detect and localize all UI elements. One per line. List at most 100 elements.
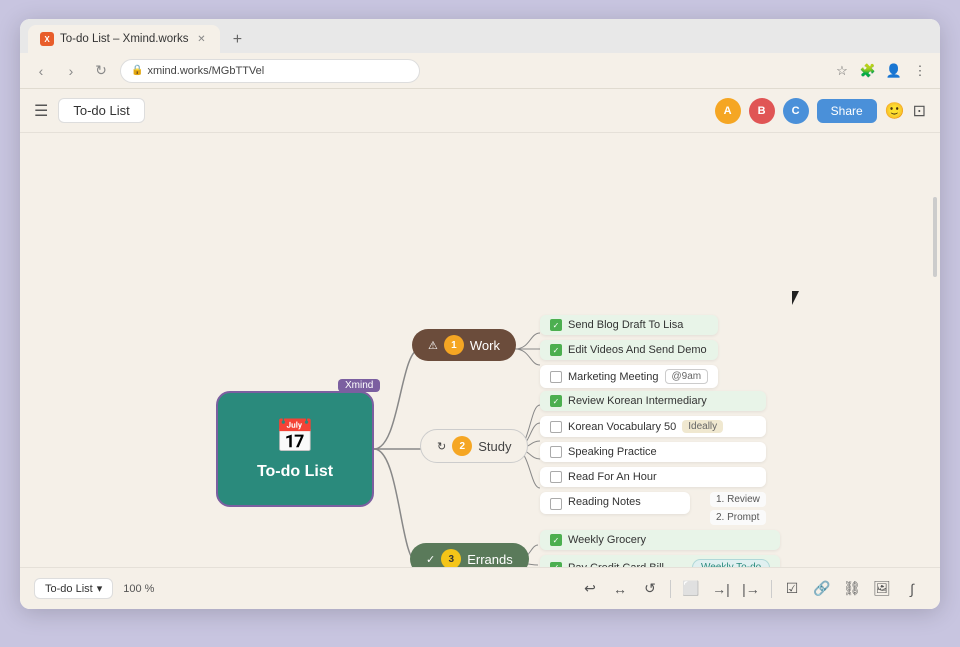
checkbox-unchecked[interactable] <box>550 371 562 383</box>
url-button[interactable]: ⛓ <box>838 575 866 603</box>
study-badge: 2 <box>452 436 472 456</box>
lock-icon: 🔒 <box>131 65 143 76</box>
task-item[interactable]: Reading Notes <box>540 492 690 514</box>
checkbox-checked[interactable]: ✓ <box>550 319 562 331</box>
work-badge: 1 <box>444 335 464 355</box>
task-item[interactable]: ✓ Send Blog Draft To Lisa <box>540 315 718 335</box>
reload-button[interactable]: ↻ <box>90 62 112 79</box>
task-item[interactable]: Marketing Meeting @9am <box>540 365 718 388</box>
topic-after-button[interactable]: |→ <box>737 575 765 603</box>
redo-button[interactable]: ↺ <box>636 575 664 603</box>
toolbar-tools: ↩ ↔ ↺ ⬜ →| |→ ☑ 🔗 ⛓ 🖼 ∫ <box>576 575 926 603</box>
tool-separator <box>670 580 671 598</box>
tab-favicon: X <box>40 32 54 46</box>
tab-close-button[interactable]: ✕ <box>194 32 208 46</box>
share-button[interactable]: Share <box>817 99 877 123</box>
zoom-level: 100 % <box>123 583 154 595</box>
tool-separator <box>771 580 772 598</box>
checklist-button[interactable]: ☑ <box>778 575 806 603</box>
task-item[interactable]: ✓ Weekly Grocery <box>540 530 780 550</box>
doc-name-label: To-do List <box>45 583 93 595</box>
image-button[interactable]: 🖼 <box>868 575 896 603</box>
avatar-3[interactable]: C <box>783 98 809 124</box>
center-node-label: To-do List <box>257 463 333 481</box>
emoji-button[interactable]: 🙂 <box>885 101 905 121</box>
more-icon[interactable]: ⋮ <box>910 61 930 81</box>
active-tab[interactable]: X To-do List – Xmind.works ✕ <box>28 25 220 53</box>
scrollbar[interactable] <box>932 173 938 567</box>
weekly-todo-tag: Weekly To-do <box>692 559 770 567</box>
checkbox-checked[interactable]: ✓ <box>550 344 562 356</box>
task-item[interactable]: Read For An Hour <box>540 467 766 487</box>
extension-icon[interactable]: 🧩 <box>858 61 878 81</box>
layout-button[interactable]: ⊡ <box>913 101 926 121</box>
browser-window: X To-do List – Xmind.works ✕ + ‹ › ↻ 🔒 x… <box>20 19 940 609</box>
url-input[interactable]: 🔒 xmind.works/MGbTTVel <box>120 59 420 83</box>
center-node-icon: 📅 <box>275 417 315 455</box>
reading-notes-sub: 1. Review 2. Prompt <box>710 492 766 525</box>
errands-icon: ✓ <box>426 553 435 566</box>
app-header: ☰ To-do List A B C Share 🙂 ⊡ <box>20 89 940 133</box>
task-text: Review Korean Intermediary <box>568 395 707 407</box>
mindmap-canvas: Xmind 📅 To-do List ⚠ 1 Work ✓ Send Blog … <box>20 133 940 567</box>
task-tag-ideally: Ideally <box>682 420 723 433</box>
address-bar-actions: ☆ 🧩 👤 ⋮ <box>832 61 930 81</box>
branch-errands[interactable]: ✓ 3 Errands <box>410 543 529 567</box>
new-tab-button[interactable]: + <box>224 27 250 53</box>
checkbox-unchecked[interactable] <box>550 446 562 458</box>
work-icon: ⚠ <box>428 339 438 352</box>
task-text: Edit Videos And Send Demo <box>568 344 707 356</box>
avatar-2[interactable]: B <box>749 98 775 124</box>
study-tasks: ✓ Review Korean Intermediary Korean Voca… <box>540 391 766 525</box>
task-item[interactable]: Korean Vocabulary 50 Ideally <box>540 416 766 437</box>
work-tasks: ✓ Send Blog Draft To Lisa ✓ Edit Videos … <box>540 315 718 388</box>
checkbox-unchecked[interactable] <box>550 471 562 483</box>
errands-label: Errands <box>467 552 513 567</box>
checkbox-checked[interactable]: ✓ <box>550 395 562 407</box>
checkbox-unchecked[interactable] <box>550 421 562 433</box>
link-button[interactable]: 🔗 <box>808 575 836 603</box>
tab-bar: X To-do List – Xmind.works ✕ + <box>20 19 940 53</box>
sub-item: 2. Prompt <box>710 510 766 525</box>
header-right-actions: A B C Share 🙂 ⊡ <box>715 98 926 124</box>
task-text: Marketing Meeting <box>568 371 659 383</box>
undo-button[interactable]: ↩ <box>576 575 604 603</box>
topic-before-button[interactable]: →| <box>707 575 735 603</box>
task-text: Korean Vocabulary 50 <box>568 421 676 433</box>
back-button[interactable]: ‹ <box>30 63 52 79</box>
task-item[interactable]: ✓ Pay Credit Card Bill Weekly To-do <box>540 555 780 567</box>
task-item[interactable]: Speaking Practice <box>540 442 766 462</box>
doc-name-pill[interactable]: To-do List ▾ <box>34 578 113 599</box>
url-text: xmind.works/MGbTTVel <box>147 65 264 77</box>
checkbox-unchecked[interactable] <box>550 498 562 510</box>
dropdown-chevron-icon: ▾ <box>97 582 103 595</box>
shape-button[interactable]: ⬜ <box>677 575 705 603</box>
task-item[interactable]: ✓ Edit Videos And Send Demo <box>540 340 718 360</box>
task-item[interactable]: ✓ Review Korean Intermediary <box>540 391 766 411</box>
bookmark-icon[interactable]: ☆ <box>832 61 852 81</box>
errands-badge: 3 <box>441 549 461 567</box>
checkbox-checked[interactable]: ✓ <box>550 534 562 546</box>
scrollbar-thumb[interactable] <box>933 197 937 277</box>
task-tag-time: @9am <box>665 369 709 384</box>
forward-button[interactable]: › <box>60 63 82 79</box>
profile-icon[interactable]: 👤 <box>884 61 904 81</box>
hamburger-icon[interactable]: ☰ <box>34 101 48 121</box>
formula-button[interactable]: ∫ <box>898 575 926 603</box>
task-text: Pay Credit Card Bill <box>568 562 664 568</box>
checkbox-checked[interactable]: ✓ <box>550 562 562 568</box>
branch-work[interactable]: ⚠ 1 Work <box>412 329 516 361</box>
study-icon: ↻ <box>437 440 446 453</box>
task-text: Read For An Hour <box>568 471 657 483</box>
doc-title[interactable]: To-do List <box>58 98 144 123</box>
center-node[interactable]: 📅 To-do List <box>216 391 374 507</box>
task-text: Speaking Practice <box>568 446 657 458</box>
avatar-1[interactable]: A <box>715 98 741 124</box>
address-bar: ‹ › ↻ 🔒 xmind.works/MGbTTVel ☆ 🧩 👤 ⋮ <box>20 53 940 89</box>
work-label: Work <box>470 338 500 353</box>
branch-study[interactable]: ↻ 2 Study <box>420 429 528 463</box>
sub-item: 1. Review <box>710 492 766 507</box>
task-text: Send Blog Draft To Lisa <box>568 319 683 331</box>
task-text: Weekly Grocery <box>568 534 646 546</box>
expand-button[interactable]: ↔ <box>606 575 634 603</box>
